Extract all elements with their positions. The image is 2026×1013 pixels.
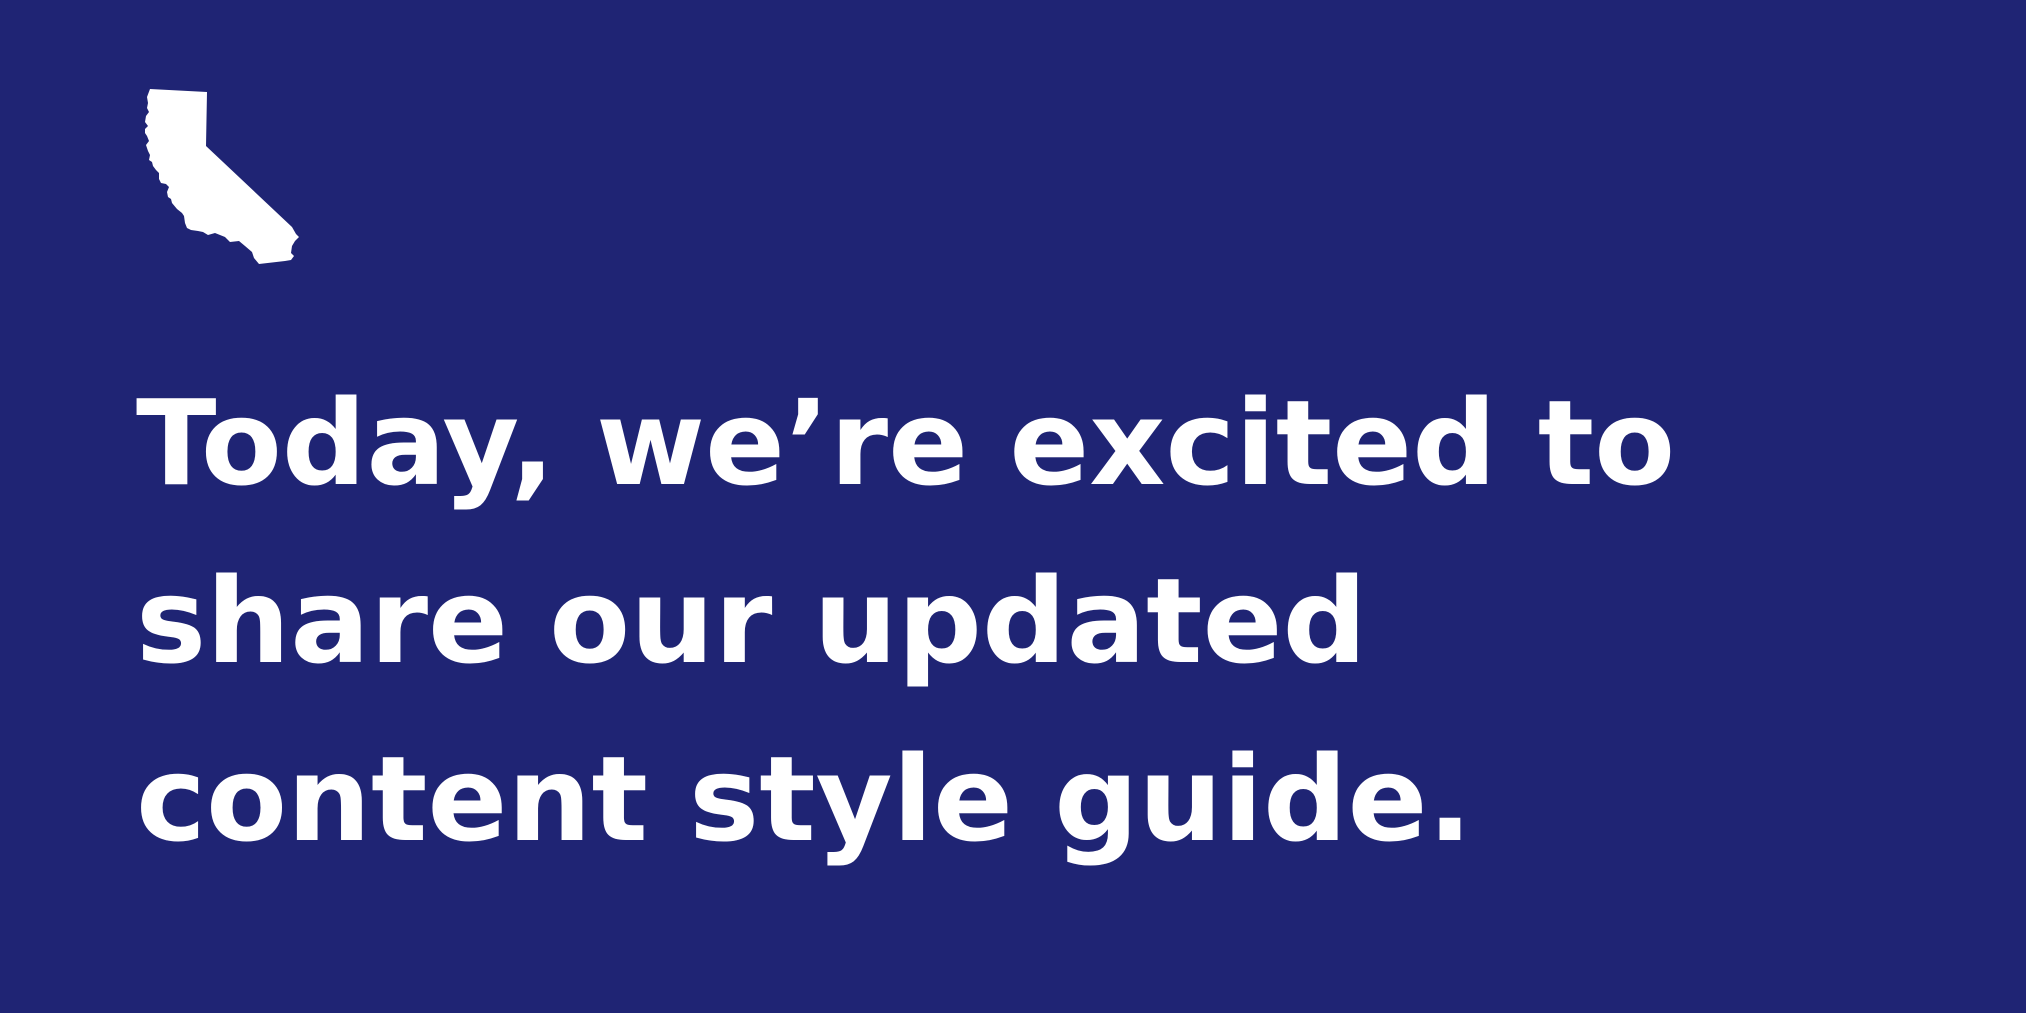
california-state-icon: [144, 86, 300, 276]
headline-line-1: Today, we’re excited to: [136, 374, 1676, 512]
headline-line-3: content style guide.: [136, 730, 1473, 868]
headline-line-2: share our updated: [136, 552, 1367, 690]
announcement-card: Today, we’re excited to share our update…: [0, 0, 2026, 1013]
headline: Today, we’re excited to share our update…: [136, 354, 1896, 888]
